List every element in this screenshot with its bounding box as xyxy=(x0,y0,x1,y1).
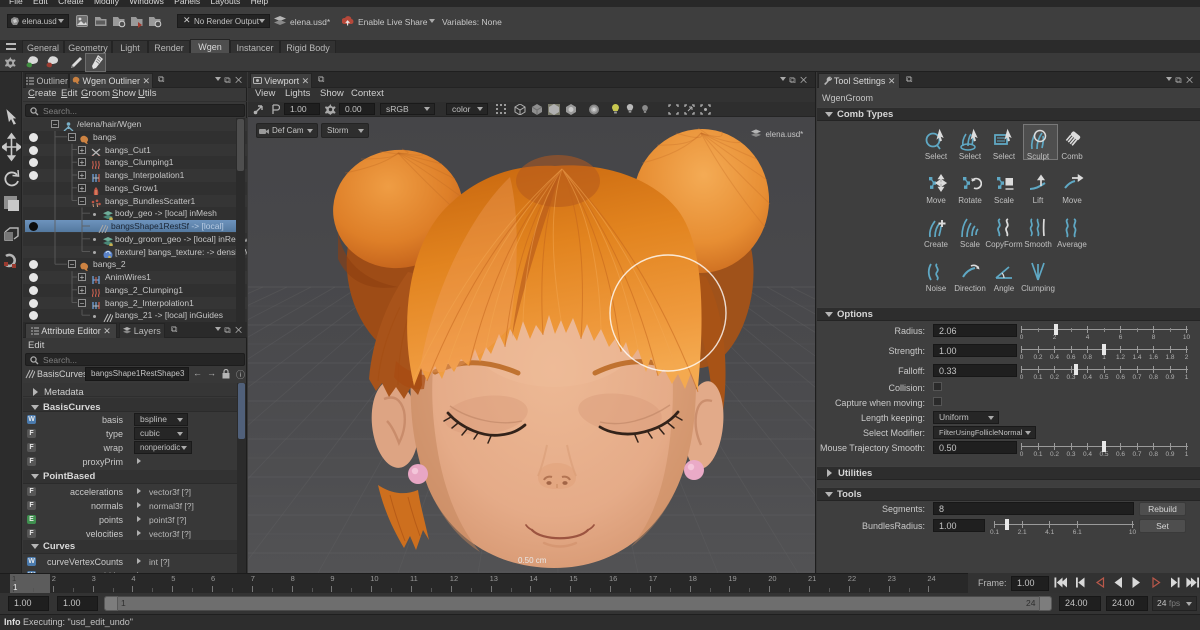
svg-text:0.50 cm: 0.50 cm xyxy=(518,556,547,565)
